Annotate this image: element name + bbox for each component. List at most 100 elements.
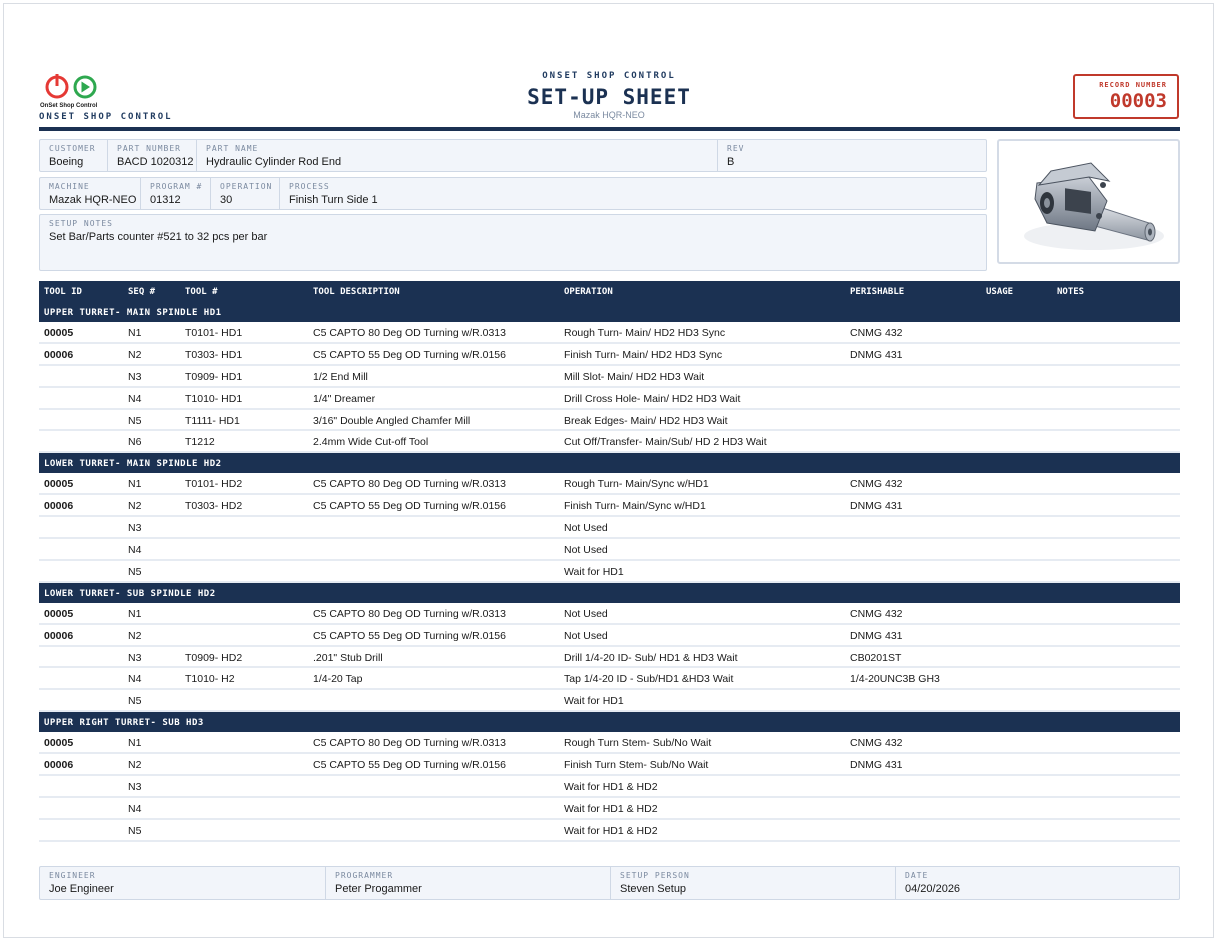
table-row: N5 Wait for HD1 (39, 690, 1180, 713)
cell-perishable: DNMG 431 (850, 629, 903, 642)
cell-seq: N1 (128, 478, 142, 491)
program-value: 01312 (150, 194, 181, 206)
setup-notes-cell: SETUP NOTES Set Bar/Parts counter #521 t… (40, 215, 986, 270)
cell-seq: N3 (128, 522, 142, 535)
header-usage: USAGE (986, 287, 1014, 297)
cell-operation: Wait for HD1 (564, 695, 624, 708)
cell-seq: N4 (128, 544, 142, 557)
cell-perishable: 1/4-20UNC3B GH3 (850, 673, 940, 686)
cell-seq: N5 (128, 414, 142, 427)
cell-seq: N2 (128, 348, 142, 361)
cell-operation: Cut Off/Transfer- Main/Sub/ HD 2 HD3 Wai… (564, 436, 767, 449)
cell-tool-id: 00005 (44, 327, 74, 339)
operation-label: OPERATION (220, 182, 273, 191)
cell-operation: Rough Turn Stem- Sub/No Wait (564, 737, 712, 750)
programmer-label: PROGRAMMER (335, 871, 394, 880)
cell-operation: Wait for HD1 & HD2 (564, 824, 658, 837)
section-header: LOWER TURRET- MAIN SPINDLE HD2 (39, 453, 1180, 474)
cell-operation: Finish Turn- Main/Sync w/HD1 (564, 500, 706, 513)
customer-value: Boeing (49, 156, 84, 168)
cell-tool-id: 00006 (44, 500, 74, 513)
machine-label: MACHINE (49, 182, 90, 191)
cell-tool-id: 00005 (44, 737, 74, 750)
cell-tool-number: T1010- H2 (185, 673, 235, 686)
table-row: N5 T1111- HD1 3/16" Double Angled Chamfer … (39, 410, 1180, 432)
cell-operation: Mill Slot- Main/ HD2 HD3 Wait (564, 370, 705, 383)
cell-perishable: CNMG 432 (850, 607, 903, 620)
cell-tool-id: 00006 (44, 348, 74, 361)
cell-seq: N5 (128, 695, 142, 708)
setup-notes-box: SETUP NOTES Set Bar/Parts counter #521 t… (39, 214, 987, 271)
cell-perishable: CB0201ST (850, 651, 902, 664)
program-cell: PROGRAM # 01312 (140, 178, 210, 209)
table-row: N4 T1010- H2 1/4-20 Tap Tap 1/4-20 ID - Sub… (39, 668, 1180, 691)
rev-value: B (727, 156, 735, 168)
part-number-value: BACD 1020312 (117, 156, 194, 168)
cell-operation: Drill 1/4-20 ID- Sub/ HD1 & HD3 Wait (564, 651, 738, 664)
table-row: 00005 N1 T0101- HD1 C5 CAPTO 80 Deg OD Turn… (39, 322, 1180, 344)
cell-operation: Break Edges- Main/ HD2 HD3 Wait (564, 414, 728, 427)
table-row: 00005 N1 C5 CAPTO 80 Deg OD Turning w/R.03… (39, 732, 1180, 755)
section-title: LOWER TURRET- MAIN SPINDLE HD2 (44, 459, 222, 470)
table-row: N3 Not Used (39, 517, 1180, 540)
operation-cell: OPERATION 30 (210, 178, 279, 209)
cell-tool-number: T0909- HD1 (185, 370, 243, 383)
setup-notes-value: Set Bar/Parts counter #521 to 32 pcs per… (49, 231, 268, 243)
section-header: UPPER TURRET- MAIN SPINDLE HD1 (39, 302, 1180, 322)
table-row: N5 Wait for HD1 (39, 561, 1180, 583)
section-title: LOWER TURRET- SUB SPINDLE HD2 (44, 588, 216, 599)
cell-operation: Finish Turn Stem- Sub/No Wait (564, 759, 709, 772)
table-body: UPPER TURRET- MAIN SPINDLE HD1 00005 N1 T01… (39, 302, 1180, 842)
date-label: DATE (905, 871, 929, 880)
table-row: 00005 N1 T0101- HD2 C5 CAPTO 80 Deg OD Turn… (39, 473, 1180, 496)
programmer-cell: PROGRAMMER Peter Progammer (325, 867, 610, 899)
cell-operation: Tap 1/4-20 ID - Sub/HD1 &HD3 Wait (564, 673, 734, 686)
cell-tool-description: 1/4-20 Tap (313, 673, 363, 686)
table-row: N3 Wait for HD1 & HD2 (39, 776, 1180, 798)
signoff-box: ENGINEER Joe Engineer PROGRAMMER Peter P… (39, 866, 1180, 900)
cell-tool-number: T1010- HD1 (185, 392, 243, 405)
table-row: 00006 N2 C5 CAPTO 55 Deg OD Turning w/R.01… (39, 625, 1180, 647)
cell-seq: N4 (128, 392, 142, 405)
header-notes: NOTES (1057, 287, 1085, 297)
cell-seq: N1 (128, 327, 142, 339)
page-title: SET-UP SHEET (527, 85, 691, 109)
programmer-value: Peter Progammer (335, 883, 422, 895)
cell-seq: N5 (128, 565, 142, 578)
cell-tool-description: C5 CAPTO 55 Deg OD Turning w/R.0156 (313, 500, 506, 513)
part-number-label: PART NUMBER (117, 144, 181, 153)
cell-operation: Wait for HD1 & HD2 (564, 802, 658, 815)
setup-person-cell: SETUP PERSON Steven Setup (610, 867, 895, 899)
cell-tool-description: C5 CAPTO 80 Deg OD Turning w/R.0313 (313, 607, 506, 620)
cell-tool-number: T1212 (185, 436, 215, 449)
rev-cell: REV B (717, 140, 986, 171)
table-row: N4 Not Used (39, 539, 1180, 561)
header-perishable: PERISHABLE (850, 287, 905, 297)
cell-perishable: CNMG 432 (850, 478, 903, 491)
date-value: 04/20/2026 (905, 883, 961, 895)
brand-name-center: ONSET SHOP CONTROL (542, 71, 676, 81)
setup-notes-label: SETUP NOTES (49, 219, 113, 228)
cell-tool-number: T0909- HD2 (185, 651, 243, 664)
header-tool-description: TOOL DESCRIPTION (313, 287, 400, 297)
table-row: 00006 N2 T0303- HD2 C5 CAPTO 55 Deg OD Turn… (39, 495, 1180, 518)
table-header: TOOL ID SEQ # TOOL # TOOL DESCRIPTION OP… (39, 281, 1180, 302)
cell-tool-description: .201" Stub Drill (313, 651, 383, 664)
cell-operation: Wait for HD1 & HD2 (564, 781, 658, 794)
cell-tool-number: T0101- HD2 (185, 478, 243, 491)
cell-seq: N2 (128, 629, 142, 642)
section-title: UPPER TURRET- MAIN SPINDLE HD1 (44, 308, 222, 318)
table-row: N4 Wait for HD1 & HD2 (39, 798, 1180, 820)
cell-operation: Not Used (564, 544, 608, 557)
machine-subtitle: Mazak HQR-NEO (573, 110, 645, 120)
cell-tool-id: 00006 (44, 759, 74, 772)
cell-operation: Drill Cross Hole- Main/ HD2 HD3 Wait (564, 392, 741, 405)
header-tool-id: TOOL ID (44, 287, 82, 297)
cell-seq: N6 (128, 436, 142, 449)
process-value: Finish Turn Side 1 (289, 194, 378, 206)
cell-tool-number: T0101- HD1 (185, 327, 243, 339)
cell-operation: Not Used (564, 522, 608, 535)
cell-perishable: DNMG 431 (850, 500, 903, 513)
part-info-box: CUSTOMER Boeing PART NUMBER BACD 1020312… (39, 139, 987, 172)
cell-seq: N3 (128, 370, 142, 383)
